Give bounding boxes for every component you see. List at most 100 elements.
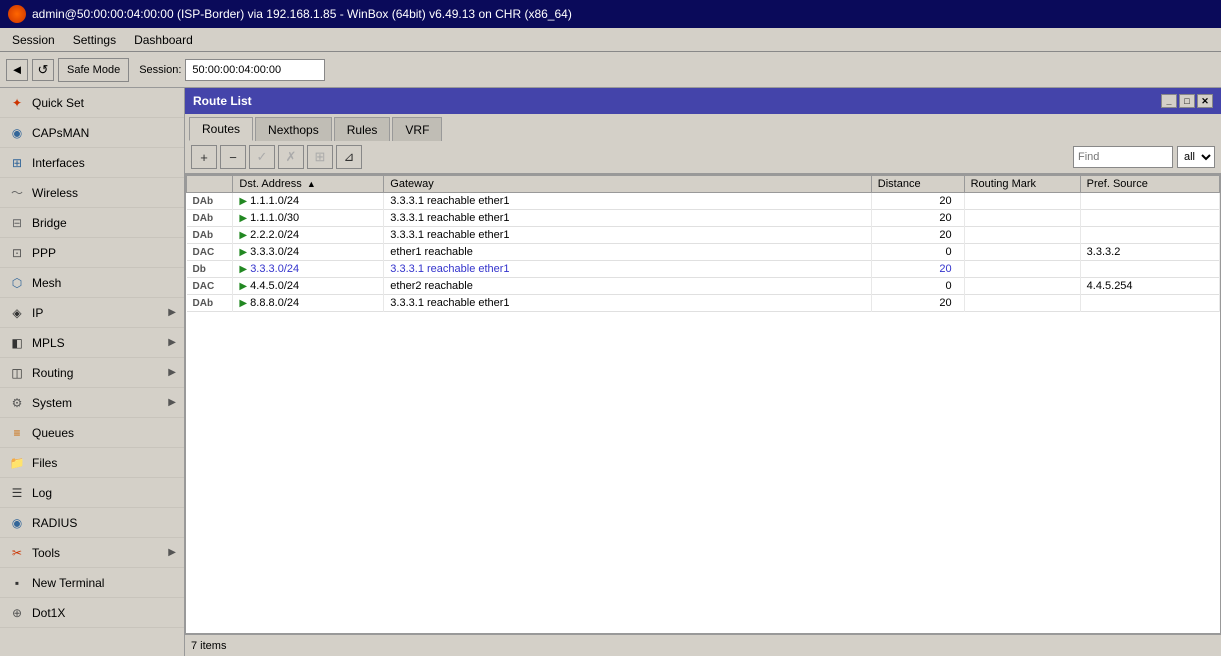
maximize-button[interactable]: □: [1179, 94, 1195, 108]
find-input[interactable]: [1073, 146, 1173, 168]
table-row[interactable]: DAb▶ 8.8.8.0/243.3.3.1 reachable ether12…: [187, 295, 1220, 312]
table-row[interactable]: Db▶ 3.3.3.0/243.3.3.1 reachable ether120: [187, 261, 1220, 278]
session-label: Session:: [139, 64, 181, 76]
tools-icon: ✂: [8, 544, 26, 562]
safe-mode-button[interactable]: Safe Mode: [58, 58, 129, 82]
cell-pref-source: [1080, 227, 1219, 244]
submenu-arrow-ip: ▶: [168, 307, 176, 318]
cell-gateway: 3.3.3.1 reachable ether1: [384, 193, 871, 210]
cell-pref-source: 4.4.5.254: [1080, 278, 1219, 295]
filter-button[interactable]: ⊿: [336, 145, 362, 169]
cell-gateway: 3.3.3.1 reachable ether1: [384, 261, 871, 278]
sidebar-item-system[interactable]: ⚙System▶: [0, 388, 184, 418]
sidebar-label-mesh: Mesh: [32, 276, 176, 290]
remove-button[interactable]: −: [220, 145, 246, 169]
routing-icon: ◫: [8, 364, 26, 382]
back-button[interactable]: ◄: [6, 59, 28, 81]
table-row[interactable]: DAC▶ 4.4.5.0/24ether2 reachable04.4.5.25…: [187, 278, 1220, 295]
cell-routing-mark: [964, 210, 1080, 227]
cell-dst: ▶ 1.1.1.0/24: [233, 193, 384, 210]
content-area: Route List _ □ ✕ RoutesNexthopsRulesVRF …: [185, 88, 1221, 656]
enable-button[interactable]: ✓: [249, 145, 275, 169]
cell-routing-mark: [964, 227, 1080, 244]
sidebar-item-tools[interactable]: ✂Tools▶: [0, 538, 184, 568]
log-icon: ☰: [8, 484, 26, 502]
close-button[interactable]: ✕: [1197, 94, 1213, 108]
sidebar-label-radius: RADIUS: [32, 516, 176, 530]
menu-bar: Session Settings Dashboard: [0, 28, 1221, 52]
table-row[interactable]: DAC▶ 3.3.3.0/24ether1 reachable03.3.3.2: [187, 244, 1220, 261]
window-title: Route List: [193, 94, 252, 108]
cell-routing-mark: [964, 193, 1080, 210]
table-row[interactable]: DAb▶ 1.1.1.0/303.3.3.1 reachable ether12…: [187, 210, 1220, 227]
sidebar-label-ip: IP: [32, 306, 162, 320]
sidebar-item-routing[interactable]: ◫Routing▶: [0, 358, 184, 388]
sidebar-label-ppp: PPP: [32, 246, 176, 260]
menu-settings[interactable]: Settings: [65, 31, 124, 49]
sidebar-label-capsman: CAPsMAN: [32, 126, 176, 140]
sidebar-item-queues[interactable]: ≡ Queues: [0, 418, 184, 448]
ip-icon: ◈: [8, 304, 26, 322]
bridge-icon: ⊟: [8, 214, 26, 232]
sidebar-item-mpls[interactable]: ◧MPLS▶: [0, 328, 184, 358]
status-text: 7 items: [191, 640, 226, 652]
sidebar-label-files: Files: [32, 456, 176, 470]
radius-icon: ◉: [8, 514, 26, 532]
sidebar-item-interfaces[interactable]: ⊞Interfaces: [0, 148, 184, 178]
tab-vrf[interactable]: VRF: [392, 117, 442, 141]
sidebar-item-log[interactable]: ☰Log: [0, 478, 184, 508]
find-dropdown[interactable]: all: [1177, 146, 1215, 168]
wireless-icon: 〜: [8, 184, 26, 202]
sidebar-item-ip[interactable]: ◈ IP ▶: [0, 298, 184, 328]
tab-rules[interactable]: Rules: [334, 117, 391, 141]
cell-pref-source: [1080, 261, 1219, 278]
menu-dashboard[interactable]: Dashboard: [126, 31, 201, 49]
sidebar-item-mesh[interactable]: ⬡Mesh: [0, 268, 184, 298]
sidebar-item-bridge[interactable]: ⊟Bridge: [0, 208, 184, 238]
menu-session[interactable]: Session: [4, 31, 63, 49]
tab-nexthops[interactable]: Nexthops: [255, 117, 332, 141]
add-button[interactable]: +: [191, 145, 217, 169]
sidebar-item-files[interactable]: 📁Files: [0, 448, 184, 478]
sidebar-item-wireless[interactable]: 〜Wireless: [0, 178, 184, 208]
sidebar-label-queues: Queues: [32, 426, 176, 440]
cell-flag: DAb: [187, 227, 233, 244]
cell-dst: ▶ 4.4.5.0/24: [233, 278, 384, 295]
cell-gateway: 3.3.3.1 reachable ether1: [384, 210, 871, 227]
cell-flag: DAC: [187, 278, 233, 295]
sidebar-item-radius[interactable]: ◉ RADIUS: [0, 508, 184, 538]
cell-flag: DAC: [187, 244, 233, 261]
table-row[interactable]: DAb▶ 1.1.1.0/243.3.3.1 reachable ether12…: [187, 193, 1220, 210]
sidebar-item-capsman[interactable]: ◉CAPsMAN: [0, 118, 184, 148]
tab-routes[interactable]: Routes: [189, 117, 253, 141]
col-distance: Distance: [871, 176, 964, 193]
new-terminal-icon: ▪: [8, 574, 26, 592]
sidebar-item-dot1x[interactable]: ⊕Dot1X: [0, 598, 184, 628]
route-table: Dst. Address ▲GatewayDistanceRouting Mar…: [185, 174, 1221, 634]
cell-distance: 20: [871, 227, 964, 244]
table-row[interactable]: DAb▶ 2.2.2.0/243.3.3.1 reachable ether12…: [187, 227, 1220, 244]
queues-icon: ≡: [8, 424, 26, 442]
toolbar: ◄ ↺ Safe Mode Session: 50:00:00:04:00:00: [0, 52, 1221, 88]
cell-distance: 20: [871, 210, 964, 227]
mpls-icon: ◧: [8, 334, 26, 352]
system-icon: ⚙: [8, 394, 26, 412]
route-list-window: Route List _ □ ✕ RoutesNexthopsRulesVRF …: [185, 88, 1221, 656]
minimize-button[interactable]: _: [1161, 94, 1177, 108]
col-dst-address[interactable]: Dst. Address ▲: [233, 176, 384, 193]
cell-gateway: 3.3.3.1 reachable ether1: [384, 227, 871, 244]
disable-button[interactable]: ✗: [278, 145, 304, 169]
cell-distance: 20: [871, 261, 964, 278]
sidebar-item-ppp[interactable]: ⊡PPP: [0, 238, 184, 268]
cell-gateway: 3.3.3.1 reachable ether1: [384, 295, 871, 312]
title-text: admin@50:00:00:04:00:00 (ISP-Border) via…: [32, 7, 572, 21]
copy-button[interactable]: ⊞: [307, 145, 333, 169]
sidebar-label-quick-set: Quick Set: [32, 96, 176, 110]
sidebar-item-quick-set[interactable]: ✦Quick Set: [0, 88, 184, 118]
sidebar-item-new-terminal[interactable]: ▪New Terminal: [0, 568, 184, 598]
refresh-button[interactable]: ↺: [32, 59, 54, 81]
cell-distance: 0: [871, 278, 964, 295]
cell-distance: 20: [871, 193, 964, 210]
status-bar: 7 items: [185, 634, 1221, 656]
cell-flag: Db: [187, 261, 233, 278]
